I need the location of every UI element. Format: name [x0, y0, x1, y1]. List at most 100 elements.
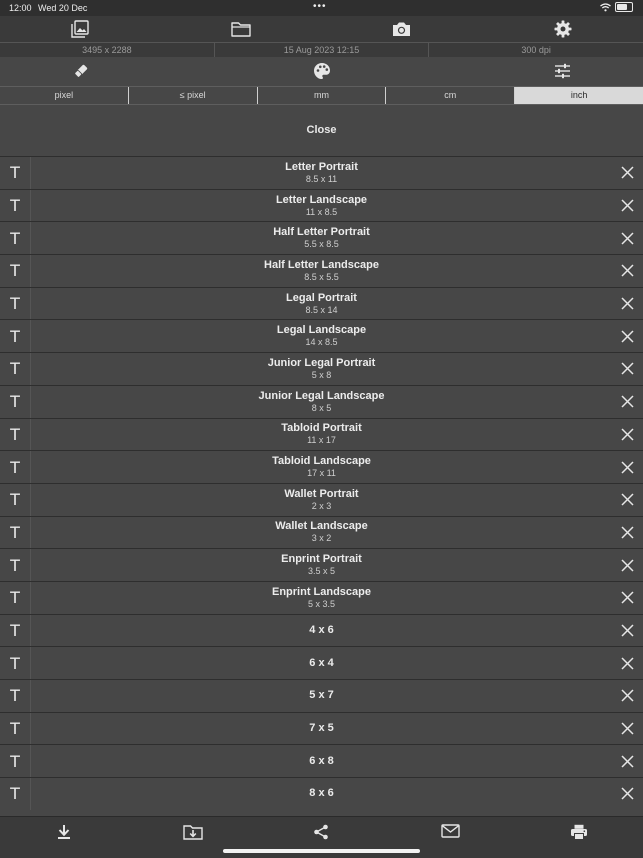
text-type-icon[interactable]: T [0, 418, 31, 451]
text-type-icon[interactable]: T [0, 712, 31, 745]
delete-preset-button[interactable] [612, 615, 643, 647]
camera-button[interactable] [322, 16, 483, 42]
text-type-icon[interactable]: T [0, 778, 31, 810]
preset-label[interactable]: Tabloid Portrait 11 x 17 [31, 419, 612, 451]
delete-preset-button[interactable] [612, 549, 643, 581]
delete-preset-button[interactable] [612, 778, 643, 810]
preset-row[interactable]: T 6 x 8 [0, 744, 643, 778]
preset-label[interactable]: Enprint Landscape 5 x 3.5 [31, 582, 612, 614]
print-icon [570, 824, 588, 840]
text-type-icon[interactable]: T [0, 287, 31, 320]
text-type-icon[interactable]: T [0, 483, 31, 516]
preset-row[interactable]: T Half Letter Portrait 5.5 x 8.5 [0, 221, 643, 255]
preset-row[interactable]: T 7 x 5 [0, 711, 643, 745]
preset-row[interactable]: T Letter Landscape 11 x 8.5 [0, 188, 643, 222]
delete-preset-button[interactable] [612, 353, 643, 385]
close-icon [621, 624, 634, 637]
delete-preset-button[interactable] [612, 419, 643, 451]
preset-label[interactable]: Junior Legal Landscape 8 x 5 [31, 386, 612, 418]
preset-label[interactable]: Tabloid Landscape 17 x 11 [31, 451, 612, 483]
preset-size: 17 x 11 [307, 468, 336, 479]
text-type-icon[interactable]: T [0, 680, 31, 712]
text-type-icon[interactable]: T [0, 614, 31, 647]
delete-preset-button[interactable] [612, 582, 643, 614]
preset-row[interactable]: T Wallet Portrait 2 x 3 [0, 482, 643, 516]
close-button[interactable]: Close [0, 104, 643, 156]
preset-label[interactable]: 5 x 7 [31, 680, 612, 712]
text-type-icon[interactable]: T [0, 255, 31, 287]
delete-preset-button[interactable] [612, 517, 643, 549]
preset-row[interactable]: T Legal Portrait 8.5 x 14 [0, 286, 643, 320]
preset-label[interactable]: Junior Legal Portrait 5 x 8 [31, 353, 612, 385]
delete-preset-button[interactable] [612, 190, 643, 222]
preset-label[interactable]: Half Letter Portrait 5.5 x 8.5 [31, 222, 612, 254]
delete-preset-button[interactable] [612, 484, 643, 516]
delete-preset-button[interactable] [612, 386, 643, 418]
preset-row[interactable]: T Tabloid Portrait 11 x 17 [0, 417, 643, 451]
delete-preset-button[interactable] [612, 222, 643, 254]
tab-pixel[interactable]: pixel [0, 87, 128, 104]
text-type-icon[interactable]: T [0, 745, 31, 778]
download-button[interactable] [0, 817, 129, 858]
text-type-icon[interactable]: T [0, 549, 31, 581]
preset-label[interactable]: Enprint Portrait 3.5 x 5 [31, 549, 612, 581]
preset-label[interactable]: Wallet Portrait 2 x 3 [31, 484, 612, 516]
preset-label[interactable]: Half Letter Landscape 8.5 x 5.5 [31, 255, 612, 287]
text-type-icon[interactable]: T [0, 581, 31, 614]
text-type-icon[interactable]: T [0, 451, 31, 483]
delete-preset-button[interactable] [612, 680, 643, 712]
preset-label[interactable]: 7 x 5 [31, 713, 612, 745]
preset-label[interactable]: Legal Landscape 14 x 8.5 [31, 320, 612, 352]
preset-label[interactable]: 4 x 6 [31, 615, 612, 647]
photo-library-button[interactable] [0, 16, 161, 42]
delete-preset-button[interactable] [612, 288, 643, 320]
preset-label[interactable]: Wallet Landscape 3 x 2 [31, 517, 612, 549]
tab-mm[interactable]: mm [256, 87, 386, 104]
delete-preset-button[interactable] [612, 157, 643, 189]
preset-row[interactable]: T 6 x 4 [0, 646, 643, 679]
preset-row[interactable]: T Letter Portrait 8.5 x 11 [0, 156, 643, 189]
text-type-icon[interactable]: T [0, 647, 31, 679]
preset-row[interactable]: T Junior Legal Landscape 8 x 5 [0, 384, 643, 418]
preset-label[interactable]: 6 x 8 [31, 745, 612, 777]
delete-preset-button[interactable] [612, 320, 643, 352]
multitasking-dots[interactable]: ••• [313, 1, 327, 12]
preset-row[interactable]: T 8 x 6 [0, 777, 643, 810]
preset-row[interactable]: T Legal Landscape 14 x 8.5 [0, 319, 643, 353]
text-type-icon[interactable]: T [0, 385, 31, 418]
text-type-icon[interactable]: T [0, 157, 31, 189]
preset-row[interactable]: T 4 x 6 [0, 613, 643, 647]
preset-label[interactable]: 6 x 4 [31, 647, 612, 679]
preset-row[interactable]: T Enprint Portrait 3.5 x 5 [0, 548, 643, 581]
open-folder-button[interactable] [161, 16, 322, 42]
preset-label[interactable]: Legal Portrait 8.5 x 14 [31, 288, 612, 320]
text-type-icon[interactable]: T [0, 222, 31, 255]
delete-preset-button[interactable] [612, 745, 643, 777]
print-button[interactable] [514, 817, 643, 858]
text-type-icon[interactable]: T [0, 353, 31, 385]
preset-row[interactable]: T Enprint Landscape 5 x 3.5 [0, 580, 643, 614]
preset-row[interactable]: T Tabloid Landscape 17 x 11 [0, 450, 643, 483]
text-type-icon[interactable]: T [0, 516, 31, 549]
tab-inch[interactable]: inch [514, 87, 643, 104]
home-indicator[interactable] [223, 849, 420, 853]
adjustments-button[interactable] [482, 57, 643, 85]
delete-preset-button[interactable] [612, 647, 643, 679]
preset-row[interactable]: T 5 x 7 [0, 679, 643, 712]
delete-preset-button[interactable] [612, 713, 643, 745]
settings-button[interactable] [482, 16, 643, 42]
preset-row[interactable]: T Half Letter Landscape 8.5 x 5.5 [0, 254, 643, 287]
text-type-icon[interactable]: T [0, 320, 31, 353]
tab-cm[interactable]: cm [385, 87, 515, 104]
preset-label[interactable]: 8 x 6 [31, 778, 612, 810]
eraser-button[interactable] [0, 57, 161, 85]
preset-label[interactable]: Letter Portrait 8.5 x 11 [31, 157, 612, 189]
preset-row[interactable]: T Junior Legal Portrait 5 x 8 [0, 352, 643, 385]
text-type-icon[interactable]: T [0, 189, 31, 222]
preset-label[interactable]: Letter Landscape 11 x 8.5 [31, 190, 612, 222]
tab-le-pixel[interactable]: ≤ pixel [127, 87, 257, 104]
delete-preset-button[interactable] [612, 255, 643, 287]
color-palette-button[interactable] [161, 57, 482, 85]
delete-preset-button[interactable] [612, 451, 643, 483]
preset-row[interactable]: T Wallet Landscape 3 x 2 [0, 515, 643, 549]
